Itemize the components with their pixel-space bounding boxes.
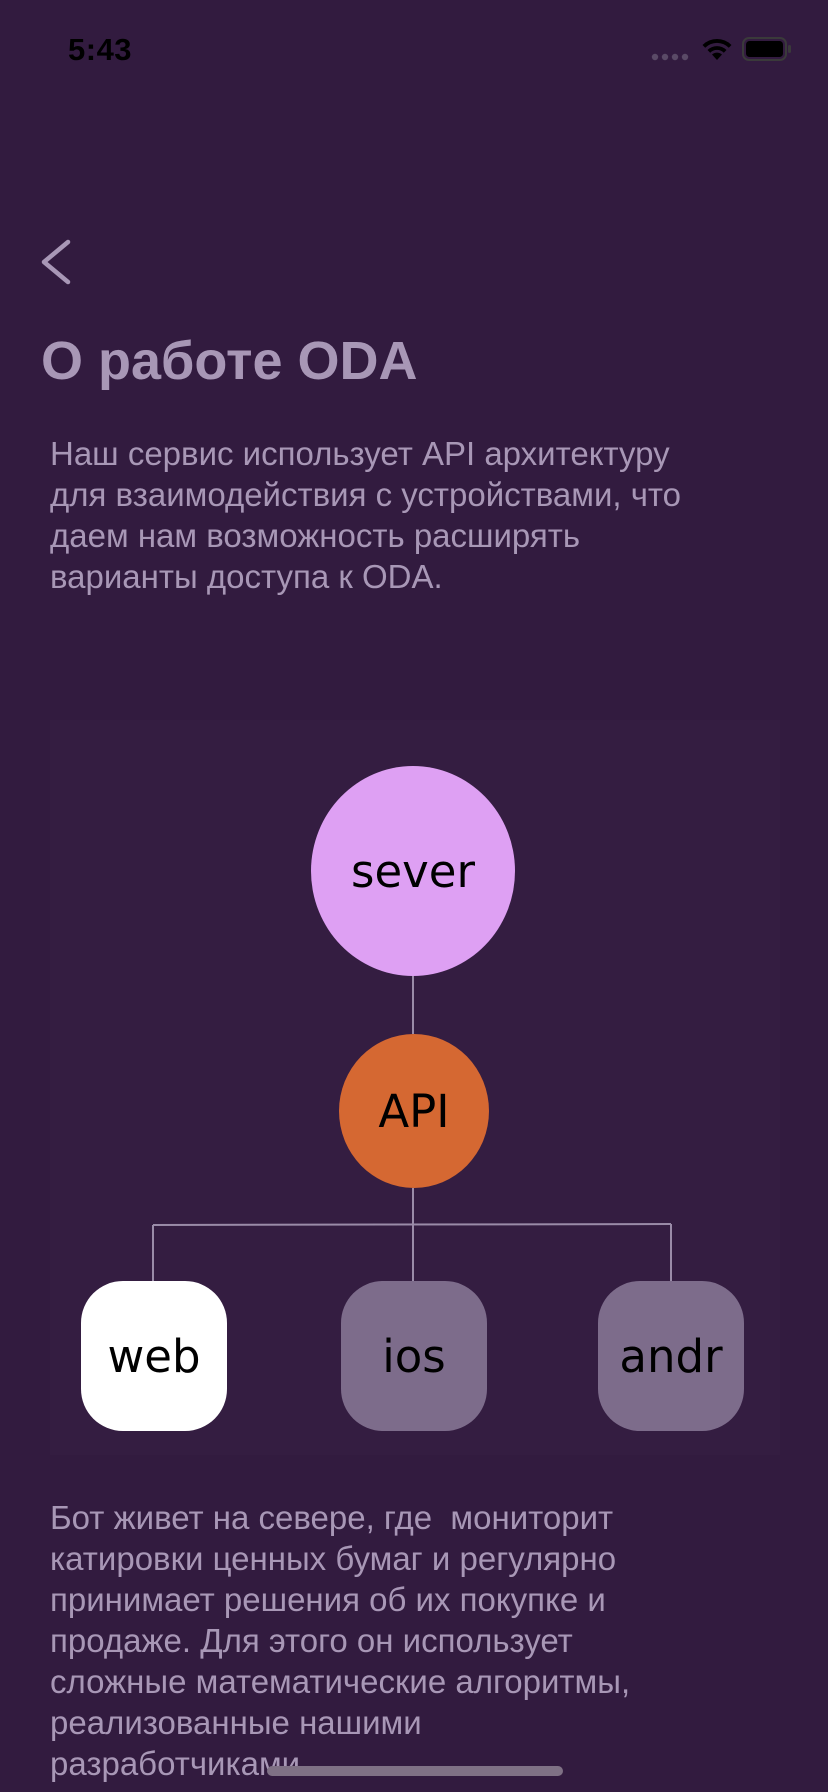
api-node: API xyxy=(339,1034,489,1188)
client-node-label: ios xyxy=(382,1329,446,1383)
server-node: sever xyxy=(311,766,515,976)
status-time: 5:43 xyxy=(68,32,133,67)
api-node-label: API xyxy=(378,1084,450,1138)
client-node-ios[interactable]: ios xyxy=(341,1281,487,1431)
back-button[interactable] xyxy=(36,236,76,288)
client-node-label: andr xyxy=(619,1329,723,1383)
status-bar: 5:43 xyxy=(0,0,828,100)
description-text: Бот живет на севере, где мониторит катир… xyxy=(50,1499,631,1782)
signal-icon xyxy=(651,53,689,61)
chevron-left-icon xyxy=(41,239,71,285)
battery-icon xyxy=(742,37,791,61)
client-node-label: web xyxy=(107,1329,201,1383)
client-node-andr[interactable]: andr xyxy=(598,1281,744,1431)
page-title: О работе ODA xyxy=(41,331,418,391)
screen: 5:43 О работе ODA Наш сервис использует … xyxy=(0,0,828,1792)
server-node-label: sever xyxy=(351,844,475,898)
home-indicator[interactable] xyxy=(267,1766,563,1776)
intro-text: Наш сервис использует API архитектуру дл… xyxy=(50,435,682,595)
wifi-icon xyxy=(702,38,732,60)
client-node-web[interactable]: web xyxy=(81,1281,227,1431)
